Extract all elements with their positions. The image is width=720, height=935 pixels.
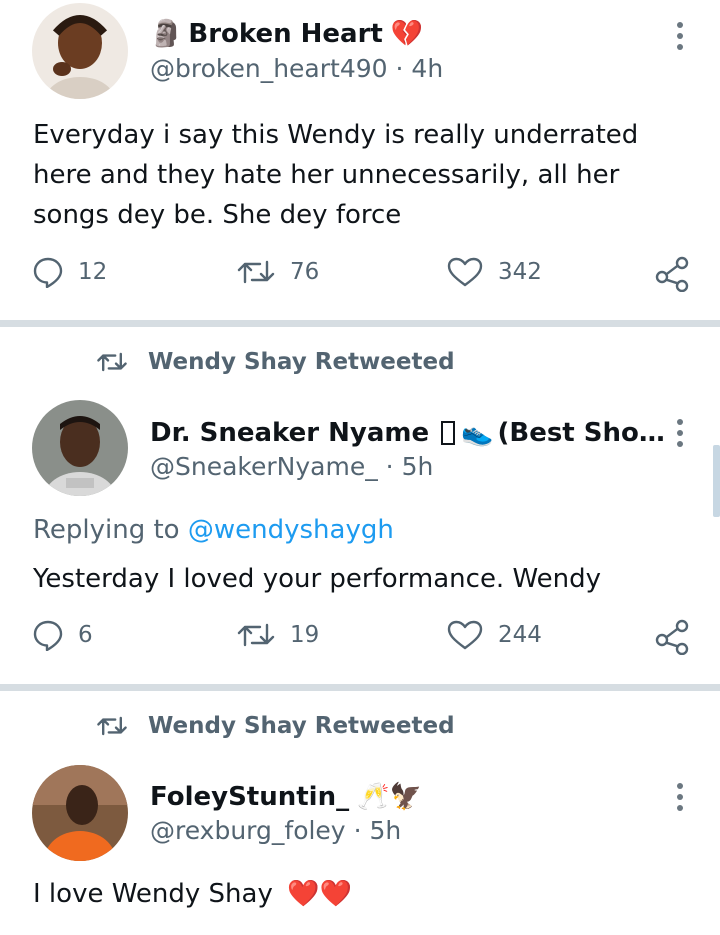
reply-icon (33, 257, 63, 288)
replying-to: Replying to @wendyshaygh (33, 515, 394, 545)
sneaker-emoji: 👟 (461, 418, 494, 448)
retweet-icon (237, 623, 275, 647)
tweet-2[interactable]: Wendy Shay Retweeted Dr. Sneaker Nyame 👟… (0, 327, 720, 684)
timestamp[interactable]: 4h (411, 54, 443, 83)
author-name[interactable]: FoleyStuntin_ 🥂🦅 (150, 780, 422, 814)
retweet-button[interactable]: 76 (236, 256, 319, 288)
red-hearts-emoji: ❤️❤️ (287, 879, 352, 909)
tweet-text: Yesterday I loved your performance. Wend… (33, 564, 602, 594)
retweet-context: Wendy Shay Retweeted (96, 345, 455, 379)
retweeted-by-label[interactable]: Wendy Shay Retweeted (148, 713, 455, 739)
display-name-rest: (Best Sho… (497, 418, 665, 448)
timestamp[interactable]: 5h (369, 816, 401, 845)
tweet-text: Everyday i say this Wendy is really unde… (33, 120, 639, 230)
retweet-count: 76 (290, 259, 320, 285)
tweet-1[interactable]: 🗿 Broken Heart 💔 @broken_heart490 · 4h E… (0, 0, 720, 320)
handle[interactable]: @broken_heart490 (150, 54, 388, 83)
broken-heart-emoji: 💔 (390, 19, 424, 49)
like-button[interactable]: 244 (446, 619, 542, 651)
display-name: Dr. Sneaker Nyame (150, 418, 430, 448)
like-count: 342 (498, 259, 542, 285)
retweet-context: Wendy Shay Retweeted (96, 709, 455, 743)
moai-emoji: 🗿 (150, 19, 183, 49)
retweeted-by-label[interactable]: Wendy Shay Retweeted (148, 349, 455, 375)
tweet-text-main: I love Wendy Shay (33, 879, 273, 909)
tweet-divider (0, 320, 720, 327)
share-button[interactable] (654, 256, 690, 292)
tweet-text: I love Wendy Shay ❤️❤️ (33, 874, 693, 914)
share-icon (655, 256, 689, 292)
name-emojis: 🥂🦅 (357, 782, 422, 812)
reply-icon (33, 620, 63, 651)
retweet-count: 19 (290, 622, 320, 648)
display-name: Broken Heart (188, 19, 383, 49)
handle[interactable]: @SneakerNyame_ (150, 452, 378, 481)
timestamp[interactable]: 5h (402, 452, 434, 481)
handle[interactable]: @rexburg_foley (150, 816, 346, 845)
like-icon (447, 620, 483, 650)
like-icon (447, 257, 483, 287)
display-name: FoleyStuntin_ (150, 782, 350, 812)
retweet-icon (237, 260, 275, 284)
like-count: 244 (498, 622, 542, 648)
share-icon (655, 619, 689, 655)
missing-glyph-icon (441, 421, 456, 445)
avatar[interactable] (32, 400, 128, 496)
retweet-context-icon (97, 716, 127, 736)
author-name[interactable]: Dr. Sneaker Nyame 👟 (Best Sho… (150, 416, 665, 450)
reply-count: 12 (78, 259, 108, 285)
reply-button[interactable]: 12 (32, 256, 107, 288)
more-icon[interactable] (670, 780, 690, 814)
more-icon[interactable] (670, 19, 690, 53)
tweet-divider (0, 684, 720, 691)
share-button[interactable] (654, 619, 690, 655)
handle-time: @broken_heart490 · 4h (150, 54, 443, 83)
tweet-3[interactable]: Wendy Shay Retweeted FoleyStuntin_ 🥂🦅 @r… (0, 691, 720, 935)
scrollbar-thumb[interactable] (713, 445, 720, 517)
handle-time: @SneakerNyame_ · 5h (150, 452, 433, 481)
avatar[interactable] (32, 3, 128, 99)
mention-link[interactable]: @wendyshaygh (188, 515, 394, 545)
replying-to-label: Replying to (33, 515, 180, 545)
handle-time: @rexburg_foley · 5h (150, 816, 401, 845)
separator: · (385, 452, 394, 481)
reply-button[interactable]: 6 (32, 619, 93, 651)
action-bar: 12 76 342 (0, 256, 720, 296)
like-button[interactable]: 342 (446, 256, 542, 288)
action-bar: 6 19 244 (0, 619, 720, 659)
more-icon[interactable] (670, 416, 690, 450)
author-name[interactable]: 🗿 Broken Heart 💔 (150, 17, 423, 51)
retweet-button[interactable]: 19 (236, 619, 319, 651)
retweet-context-icon (97, 352, 127, 372)
separator: · (353, 816, 362, 845)
reply-count: 6 (78, 622, 93, 648)
separator: · (395, 54, 404, 83)
avatar[interactable] (32, 765, 128, 861)
